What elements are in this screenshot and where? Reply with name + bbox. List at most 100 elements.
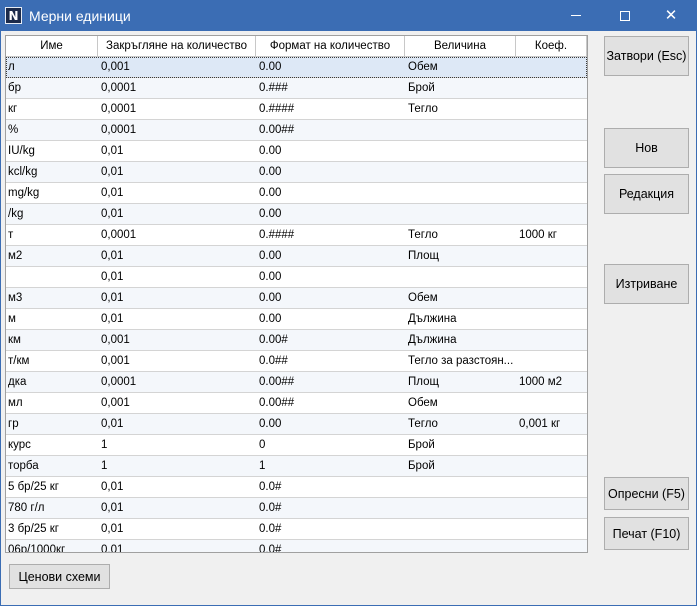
cell-format: 0.00 xyxy=(259,208,282,220)
window-title: Мерни единици xyxy=(29,7,131,24)
cell-quantity-type: Брой xyxy=(408,439,435,451)
table-row[interactable]: % 0,0001 0.00## xyxy=(6,120,587,141)
cell-quantity-type: Брой xyxy=(408,82,435,94)
cell-quantity-type: Дължина xyxy=(408,334,457,346)
cell-format: 0.#### xyxy=(259,103,295,115)
table-row[interactable]: м 0,01 0.00 Дължина xyxy=(6,309,587,330)
cell-coefficient xyxy=(516,519,587,539)
close-button[interactable]: Затвори (Esc) xyxy=(604,36,689,76)
cell-coefficient xyxy=(516,351,587,371)
maximize-button[interactable] xyxy=(602,0,648,31)
window-close-button[interactable]: ✕ xyxy=(648,0,694,31)
delete-button[interactable]: Изтриване xyxy=(604,264,689,304)
cell-name: 5 бр/25 кг xyxy=(8,481,59,493)
cell-format: 0.00## xyxy=(259,124,295,136)
cell-quantity-type xyxy=(405,141,516,161)
cell-coefficient xyxy=(516,498,587,518)
cell-rounding: 0,0001 xyxy=(101,82,137,94)
cell-format: 0.00 xyxy=(259,187,282,199)
refresh-button[interactable]: Опресни (F5) xyxy=(604,477,689,510)
cell-format: 0.0# xyxy=(259,481,282,493)
cell-quantity-type xyxy=(405,498,516,518)
new-button[interactable]: Нов xyxy=(604,128,689,168)
table-row[interactable]: км 0,001 0.00# Дължина xyxy=(6,330,587,351)
print-button[interactable]: Печат (F10) xyxy=(604,517,689,550)
column-header-coefficient[interactable]: Коеф. xyxy=(516,36,587,57)
cell-format: 0.0# xyxy=(259,502,282,514)
cell-quantity-type: Обем xyxy=(408,397,438,409)
table-row[interactable]: 3 бр/25 кг 0,01 0.0# xyxy=(6,519,587,540)
table-row[interactable]: торба 1 1 Брой xyxy=(6,456,587,477)
table-body: л 0,001 0.00 Обем бр 0,0001 0.### Брой кг 0,0001 0… xyxy=(6,57,587,553)
cell-quantity-type xyxy=(405,477,516,497)
cell-coefficient: 1000 кг xyxy=(519,229,558,241)
cell-name: м xyxy=(8,313,16,325)
table-row[interactable]: т 0,0001 0.#### Тегло 1000 кг xyxy=(6,225,587,246)
column-header-rounding[interactable]: Закръгляне на количество xyxy=(98,36,256,57)
cell-quantity-type: Площ xyxy=(408,376,439,388)
cell-name: м2 xyxy=(8,250,23,262)
cell-coefficient xyxy=(516,99,587,119)
column-header-format[interactable]: Формат на количество xyxy=(256,36,405,57)
cell-rounding: 0,01 xyxy=(101,166,124,178)
edit-button[interactable]: Редакция xyxy=(604,174,689,214)
cell-coefficient: 0,001 кг xyxy=(519,418,561,430)
table-row[interactable]: кг 0,0001 0.#### Тегло xyxy=(6,99,587,120)
cell-quantity-type: Тегло xyxy=(408,229,438,241)
cell-format: 0.00 xyxy=(259,271,282,283)
table-row[interactable]: 06р/1000кг 0,01 0.0# xyxy=(6,540,587,553)
column-header-name[interactable]: Име xyxy=(6,36,98,57)
table-row[interactable]: курс 1 0 Брой xyxy=(6,435,587,456)
column-header-quantity-type[interactable]: Величина xyxy=(405,36,516,57)
table-row[interactable]: mg/kg 0,01 0.00 xyxy=(6,183,587,204)
cell-name: mg/kg xyxy=(8,187,40,199)
cell-name: км xyxy=(8,334,21,346)
table-row[interactable]: IU/kg 0,01 0.00 xyxy=(6,141,587,162)
table-row[interactable]: дка 0,0001 0.00## Площ 1000 м2 xyxy=(6,372,587,393)
maximize-icon xyxy=(620,10,630,21)
table-row[interactable]: 780 г/л 0,01 0.0# xyxy=(6,498,587,519)
cell-rounding: 0,01 xyxy=(101,292,124,304)
cell-rounding: 0,01 xyxy=(101,481,124,493)
cell-quantity-type xyxy=(405,519,516,539)
table-row[interactable]: kcl/kg 0,01 0.00 xyxy=(6,162,587,183)
cell-name: 06р/1000кг xyxy=(8,544,66,553)
cell-format: 0.00 xyxy=(259,292,282,304)
cell-coefficient xyxy=(516,141,587,161)
cell-coefficient xyxy=(516,267,587,287)
minimize-button[interactable] xyxy=(553,0,599,31)
table-row[interactable]: м2 0,01 0.00 Площ xyxy=(6,246,587,267)
units-table[interactable]: Име Закръгляне на количество Формат на к… xyxy=(5,35,588,553)
cell-coefficient xyxy=(516,120,587,140)
cell-quantity-type xyxy=(405,162,516,182)
cell-rounding: 0,0001 xyxy=(101,124,137,136)
cell-format: 0.00# xyxy=(259,334,288,346)
cell-name: кг xyxy=(8,103,18,115)
title-bar: N Мерни единици ✕ xyxy=(0,0,697,31)
cell-quantity-type: Тегло xyxy=(408,418,438,430)
minimize-icon xyxy=(571,15,581,16)
cell-coefficient xyxy=(516,57,587,77)
cell-rounding: 0,0001 xyxy=(101,229,137,241)
cell-format: 0.#### xyxy=(259,229,295,241)
cell-name: торба xyxy=(8,460,39,472)
table-row[interactable]: бр 0,0001 0.### Брой xyxy=(6,78,587,99)
cell-format: 0.00 xyxy=(259,250,282,262)
cell-format: 0.00## xyxy=(259,376,295,388)
cell-rounding: 0,01 xyxy=(101,145,124,157)
cell-rounding: 0,0001 xyxy=(101,103,137,115)
table-row[interactable]: л 0,001 0.00 Обем xyxy=(6,57,587,78)
cell-name: м3 xyxy=(8,292,23,304)
table-row[interactable]: /kg 0,01 0.00 xyxy=(6,204,587,225)
cell-coefficient xyxy=(516,456,587,476)
cell-coefficient xyxy=(516,330,587,350)
cell-format: 0.### xyxy=(259,82,288,94)
cell-name: бр xyxy=(8,82,21,94)
table-row[interactable]: гр 0,01 0.00 Тегло 0,001 кг xyxy=(6,414,587,435)
table-row[interactable]: м3 0,01 0.00 Обем xyxy=(6,288,587,309)
table-row[interactable]: 0,01 0.00 xyxy=(6,267,587,288)
table-row[interactable]: мл 0,001 0.00## Обем xyxy=(6,393,587,414)
price-schemes-button[interactable]: Ценови схеми xyxy=(9,564,110,589)
table-row[interactable]: т/км 0,001 0.0## Тегло за разстоян... xyxy=(6,351,587,372)
table-row[interactable]: 5 бр/25 кг 0,01 0.0# xyxy=(6,477,587,498)
